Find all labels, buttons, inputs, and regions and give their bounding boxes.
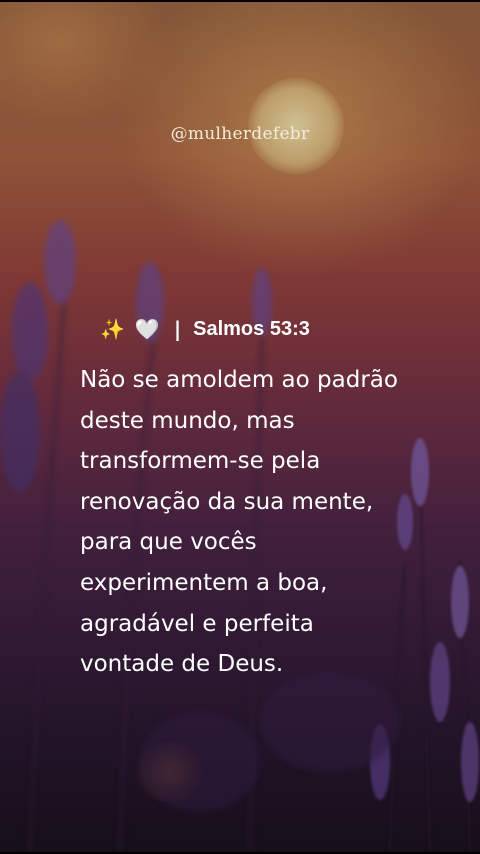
verse-line: transformem-se pela — [80, 448, 321, 475]
verse-line: experimentem a boa, — [80, 569, 328, 596]
sparkles-icon: ✨ — [100, 317, 125, 341]
verse-line: para que vocês — [80, 529, 257, 556]
verse-reference: Salmos 53:3 — [193, 317, 310, 340]
white-heart-icon: 🤍 — [134, 317, 160, 341]
verse-line: vontade de Deus. — [80, 651, 284, 678]
verse-header: ✨ 🤍 | Salmos 53:3 — [100, 314, 310, 344]
verse-line: Não se amoldem ao padrão — [80, 367, 398, 393]
verse-line: agradável e perfeita — [80, 610, 314, 637]
verse-text: Não se amoldem ao padrão deste mundo, ma… — [80, 360, 460, 685]
separator: | — [173, 317, 182, 341]
account-handle: @mulherdefebr — [170, 124, 310, 144]
verse-line: renovação da sua mente, — [80, 488, 374, 515]
verse-line: deste mundo, mas — [80, 407, 295, 434]
